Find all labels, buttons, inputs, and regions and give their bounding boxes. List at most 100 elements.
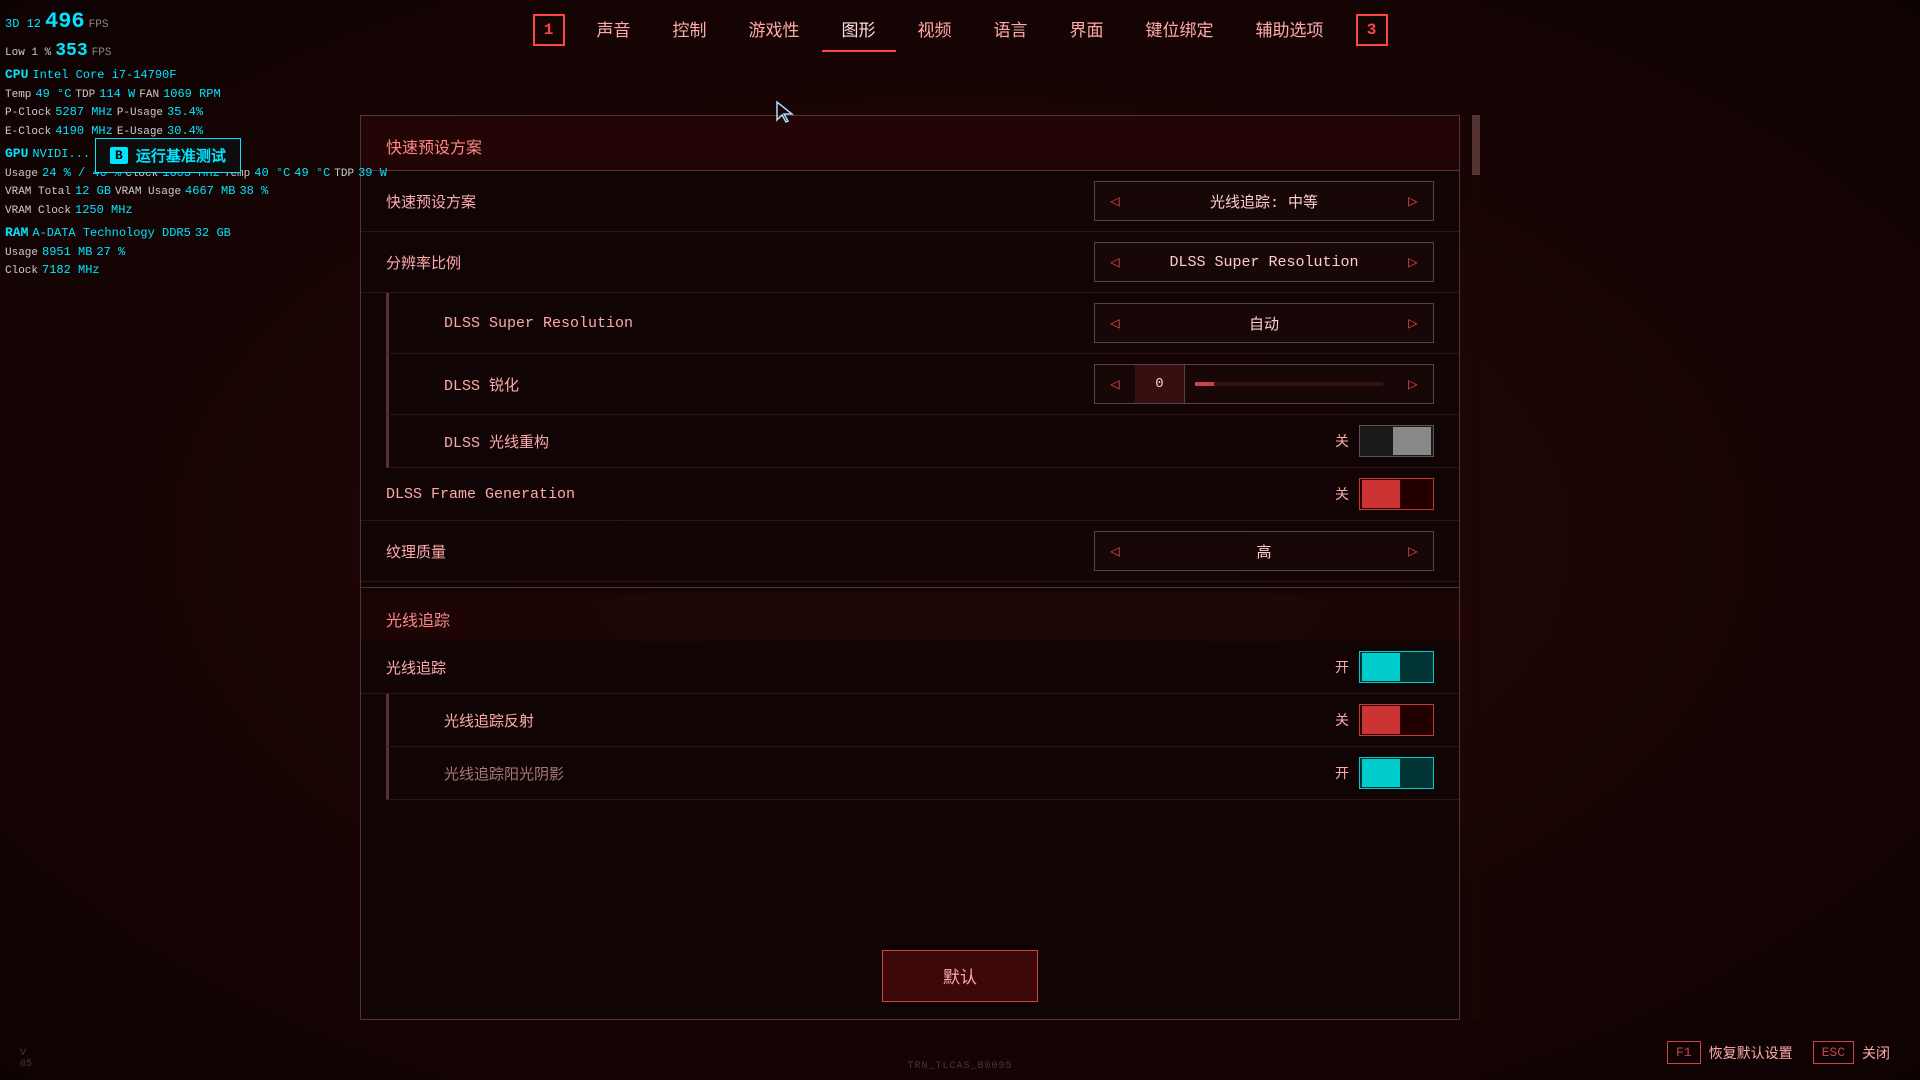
hud-gpu-temp2-value: 49 °C [294,164,330,182]
preset-arrow-left[interactable]: ◁ [1095,181,1135,221]
dlss-framegen-thumb [1362,480,1400,508]
resolution-row: 分辨率比例 ◁ DLSS Super Resolution ▷ [361,232,1459,293]
hud-vram-total-value: 12 GB [75,182,111,200]
dlss-recon-toggle[interactable] [1359,425,1434,457]
bottom-bar: F1 恢复默认设置 ESC 关闭 [0,1025,1920,1080]
resolution-arrow-left[interactable]: ◁ [1095,242,1135,282]
tab-graphics[interactable]: 图形 [822,8,896,52]
dlss-sharpen-label: DLSS 锐化 [444,374,519,395]
dlss-sharpen-row: DLSS 锐化 ◁ 0 ▷ [386,354,1459,415]
rt-label: 光线追踪 [386,657,446,678]
rt-toggle-control: 开 [1319,651,1434,683]
hud-tdp-value: 114 W [99,85,135,103]
hud-gpu-usage-label: Usage [5,166,38,183]
nav-badge-right: 3 [1356,14,1388,46]
dlss-arrow-right[interactable]: ▷ [1393,303,1433,343]
hud-vram-usage-pct: 38 % [239,182,268,200]
texture-selector[interactable]: ◁ 高 ▷ [1094,531,1434,571]
hud-pusage-value: 35.4% [167,103,203,121]
hud-fan-label: FAN [139,87,159,104]
hud-eusage-value: 30.4% [167,122,203,140]
resolution-selector[interactable]: ◁ DLSS Super Resolution ▷ [1094,242,1434,282]
dlss-selector[interactable]: ◁ 自动 ▷ [1094,303,1434,343]
hud-ram-usage-label: Usage [5,245,38,262]
dlss-sharpen-arrow-left[interactable]: ◁ [1095,364,1135,404]
hud-ram-brand: A-DATA Technology DDR5 [32,224,190,242]
resolution-arrow-right[interactable]: ▷ [1393,242,1433,282]
hud-fan-value: 1069 RPM [163,85,221,103]
scrollbar-thumb[interactable] [1472,115,1480,175]
rt-shadow-toggle-control: 开 [1319,757,1434,789]
texture-row: 纹理质量 ◁ 高 ▷ [361,521,1459,582]
hud-vram-clock-value: 1250 MHz [75,201,133,219]
esc-key-badge: ESC [1813,1041,1854,1064]
dlss-arrow-left[interactable]: ◁ [1095,303,1135,343]
tab-accessibility[interactable]: 辅助选项 [1236,8,1344,52]
rt-track [1359,651,1434,683]
tab-interface[interactable]: 界面 [1050,8,1124,52]
hud-gpu-label: GPU [5,144,28,164]
rt-reflect-row: 光线追踪反射 关 [386,694,1459,747]
texture-arrow-left[interactable]: ◁ [1095,531,1135,571]
preset-row: 快速预设方案 ◁ 光线追踪: 中等 ▷ [361,171,1459,232]
texture-label: 纹理质量 [386,541,446,562]
hud-vram-total-label: VRAM Total [5,184,71,201]
section-divider [361,587,1459,588]
tab-control[interactable]: 控制 [653,8,727,52]
tab-video[interactable]: 视频 [898,8,972,52]
tab-sound[interactable]: 声音 [577,8,651,52]
hud-pusage-label: P-Usage [117,105,163,122]
tab-keybindings[interactable]: 键位绑定 [1126,8,1234,52]
hud-pclock-value: 5287 MHz [55,103,113,121]
dlss-row: DLSS Super Resolution ◁ 自动 ▷ [386,293,1459,354]
preset-section-header: 快速预设方案 [361,116,1459,171]
texture-value: 高 [1135,541,1393,562]
dlss-sharpen-track [1195,382,1383,386]
tab-gameplay[interactable]: 游戏性 [729,8,820,52]
rt-reflect-toggle[interactable] [1359,704,1434,736]
default-button-area: 默认 [882,950,1038,1002]
hud-gpu-tdp-value: 39 W [358,164,387,182]
hud-ram-clock-value: 7182 MHz [42,261,100,279]
benchmark-popup[interactable]: B 运行基准测试 [95,138,241,173]
top-navigation: 1 声音 控制 游戏性 图形 视频 语言 界面 键位绑定 辅助选项 3 [0,0,1920,60]
tab-language[interactable]: 语言 [974,8,1048,52]
f1-key-badge: F1 [1667,1041,1701,1064]
panel-scrollbar[interactable] [1472,115,1480,1020]
dlss-framegen-toggle[interactable] [1359,478,1434,510]
hud-gpu-temp-value: 40 °C [254,164,290,182]
benchmark-text: 运行基准测试 [136,145,226,166]
dlss-recon-thumb [1393,427,1431,455]
hud-gpu-name: NVIDI... [32,145,90,163]
hud-vram-usage-label: VRAM Usage [115,184,181,201]
hud-ram-label: RAM [5,223,28,243]
restore-defaults-btn[interactable]: F1 恢复默认设置 [1667,1041,1793,1064]
rt-shadow-row: 光线追踪阳光阴影 开 [386,747,1459,800]
rt-shadow-track [1359,757,1434,789]
texture-arrow-right[interactable]: ▷ [1393,531,1433,571]
rt-reflect-toggle-control: 关 [1319,704,1434,736]
dlss-value: 自动 [1135,313,1393,334]
dlss-sharpen-arrow-right[interactable]: ▷ [1393,364,1433,404]
dlss-recon-track [1359,425,1434,457]
preset-arrow-right[interactable]: ▷ [1393,181,1433,221]
preset-value: 光线追踪: 中等 [1135,191,1393,212]
rt-toggle[interactable] [1359,651,1434,683]
resolution-label: 分辨率比例 [386,252,461,273]
default-button[interactable]: 默认 [882,950,1038,1002]
preset-selector[interactable]: ◁ 光线追踪: 中等 ▷ [1094,181,1434,221]
resolution-value: DLSS Super Resolution [1135,254,1393,271]
nav-tabs-container: 声音 控制 游戏性 图形 视频 语言 界面 键位绑定 辅助选项 [577,8,1344,52]
rt-reflect-thumb [1362,706,1400,734]
rt-shadow-toggle[interactable] [1359,757,1434,789]
preset-label: 快速预设方案 [386,191,476,212]
hud-eclock-label: E-Clock [5,124,51,141]
dlss-recon-row: DLSS 光线重构 关 [386,415,1459,468]
dlss-recon-label: DLSS 光线重构 [444,431,549,452]
dlss-sharpen-slider[interactable]: ◁ 0 ▷ [1094,364,1434,404]
close-btn[interactable]: ESC 关闭 [1813,1041,1890,1064]
hud-cpu-name: Intel Core i7-14790F [32,66,176,84]
hud-ram-clock-label: Clock [5,263,38,280]
benchmark-key: B [110,147,128,164]
dlss-recon-toggle-control: 关 [1319,425,1434,457]
